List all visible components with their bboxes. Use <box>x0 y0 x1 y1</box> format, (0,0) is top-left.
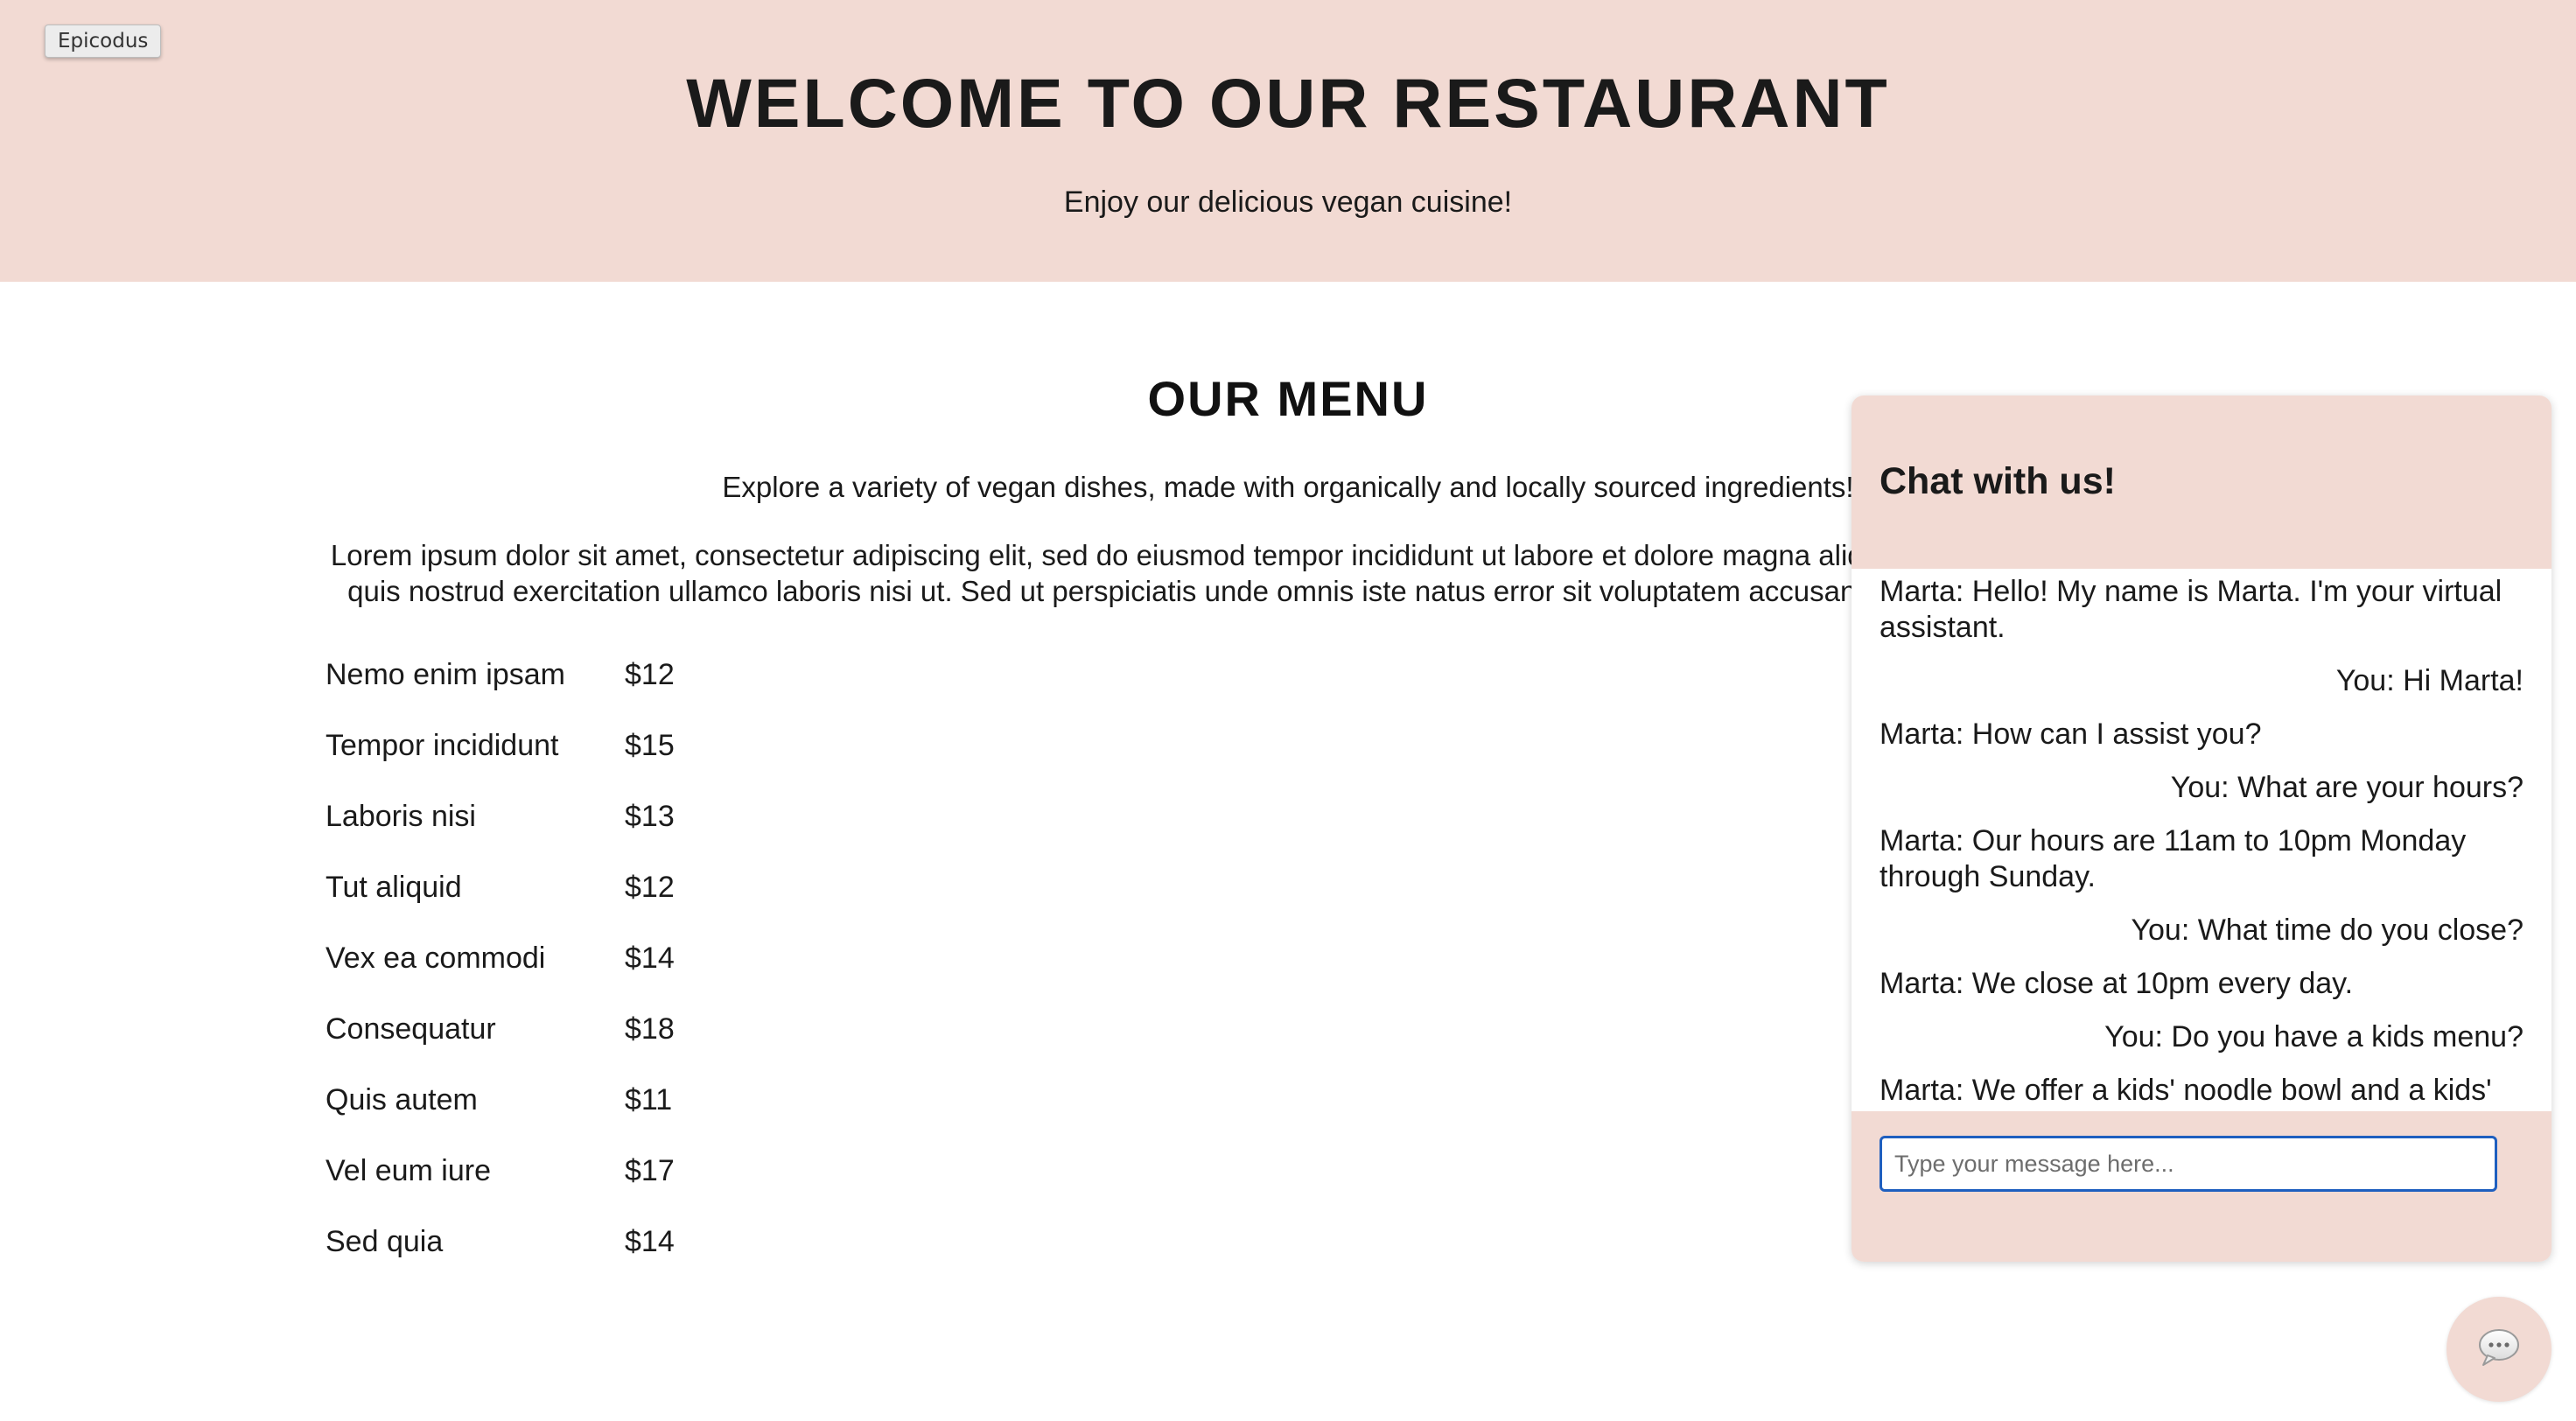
chat-message-list[interactable]: Marta: Hello! My name is Marta. I'm your… <box>1852 569 2552 1110</box>
chat-title: Chat with us! <box>1880 460 2116 502</box>
menu-item-price: $18 <box>625 1012 675 1046</box>
page-title: WELCOME TO OUR RESTAURANT <box>686 64 1890 142</box>
menu-item-name: Vex ea commodi <box>326 942 546 975</box>
chat-header: Chat with us! <box>1852 396 2552 569</box>
menu-item-price: $15 <box>625 729 675 762</box>
menu-item: Tempor incididunt $15 <box>326 729 675 800</box>
chat-widget: Chat with us! Marta: Hello! My name is M… <box>1852 396 2552 1262</box>
chat-message-bot: Marta: Hello! My name is Marta. I'm your… <box>1880 575 2502 644</box>
epicodus-badge[interactable]: Epicodus <box>45 24 162 58</box>
chat-message-bot: Marta: How can I assist you? <box>1880 718 2262 751</box>
chat-toggle-button[interactable] <box>2446 1297 2552 1402</box>
menu-item-name: Vel eum iure <box>326 1154 491 1187</box>
menu-item-price: $14 <box>625 1225 675 1258</box>
chat-message-input[interactable] <box>1880 1136 2497 1192</box>
chat-message-user: You: Hi Marta! <box>2335 664 2524 697</box>
menu-item: Tut aliquid $12 <box>326 871 675 942</box>
menu-item-price: $12 <box>625 658 675 691</box>
menu-item-name: Consequatur <box>326 1012 496 1046</box>
menu-item: Vex ea commodi $14 <box>326 942 675 1012</box>
menu-item: Vel eum iure $17 <box>326 1154 675 1225</box>
menu-item-name: Sed quia <box>326 1225 444 1258</box>
chat-message-bot: Marta: We offer a kids' noodle bowl and … <box>1880 1074 2492 1107</box>
menu-item: Consequatur $18 <box>326 1012 675 1083</box>
chat-bubble-icon <box>2477 1327 2521 1372</box>
menu-item-price: $11 <box>625 1083 673 1116</box>
chat-message-bot: Marta: We close at 10pm every day. <box>1880 967 2354 1000</box>
menu-item-price: $17 <box>625 1154 675 1187</box>
menu-item-name: Quis autem <box>326 1083 478 1116</box>
menu-item: Laboris nisi $13 <box>326 800 675 871</box>
menu-item: Quis autem $11 <box>326 1083 675 1154</box>
menu-item-name: Laboris nisi <box>326 800 476 833</box>
menu-item: Nemo enim ipsam $12 <box>326 658 675 729</box>
menu-item-name: Tut aliquid <box>326 871 462 904</box>
chat-message-user: You: What time do you close? <box>2131 914 2524 947</box>
page-subtitle: Enjoy our delicious vegan cuisine! <box>1063 186 1513 219</box>
menu-item-name: Nemo enim ipsam <box>326 658 565 691</box>
menu-item-price: $12 <box>625 871 675 904</box>
hero-banner: WELCOME TO OUR RESTAURANT Enjoy our deli… <box>0 0 2576 282</box>
menu-item-price: $13 <box>625 800 675 833</box>
chat-message-user: You: Do you have a kids menu? <box>2104 1020 2524 1054</box>
menu-item-name: Tempor incididunt <box>326 729 559 762</box>
chat-message-user: You: What are your hours? <box>2170 771 2524 804</box>
menu-list: Nemo enim ipsam $12 Tempor incididunt $1… <box>326 658 675 1296</box>
chat-message-bot: Marta: Our hours are 11am to 10pm Monday… <box>1880 824 2467 893</box>
chat-footer <box>1852 1111 2552 1262</box>
menu-item-price: $14 <box>625 942 675 975</box>
menu-item: Sed quia $14 <box>326 1225 675 1296</box>
